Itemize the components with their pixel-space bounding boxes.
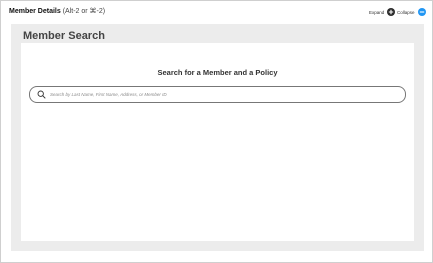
minus-circle-icon <box>417 8 426 16</box>
plus-circle-icon <box>387 8 396 16</box>
panel-title: Member Search <box>23 30 105 42</box>
search-card: Search for a Member and a Policy <box>21 43 414 241</box>
search-input[interactable] <box>50 92 390 97</box>
window-title: Member Details (Alt-2 or ⌘-2) <box>9 7 105 15</box>
expand-label: Expand <box>369 9 385 15</box>
shortcut-hint: (Alt-2 or ⌘-2) <box>62 8 106 15</box>
member-details-window: Member Details (Alt-2 or ⌘-2) Expand Col… <box>0 0 433 263</box>
search-bar[interactable] <box>29 86 406 103</box>
window-title-text: Member Details <box>9 8 61 15</box>
member-search-panel: Member Search Search for a Member and a … <box>11 24 424 251</box>
search-heading: Search for a Member and a Policy <box>157 68 278 77</box>
search-icon <box>37 90 47 100</box>
window-header: Member Details (Alt-2 or ⌘-2) Expand Col… <box>1 1 432 23</box>
expand-button[interactable]: Expand <box>369 7 396 17</box>
collapse-button[interactable]: Collapse <box>397 7 426 17</box>
collapse-label: Collapse <box>397 9 415 15</box>
